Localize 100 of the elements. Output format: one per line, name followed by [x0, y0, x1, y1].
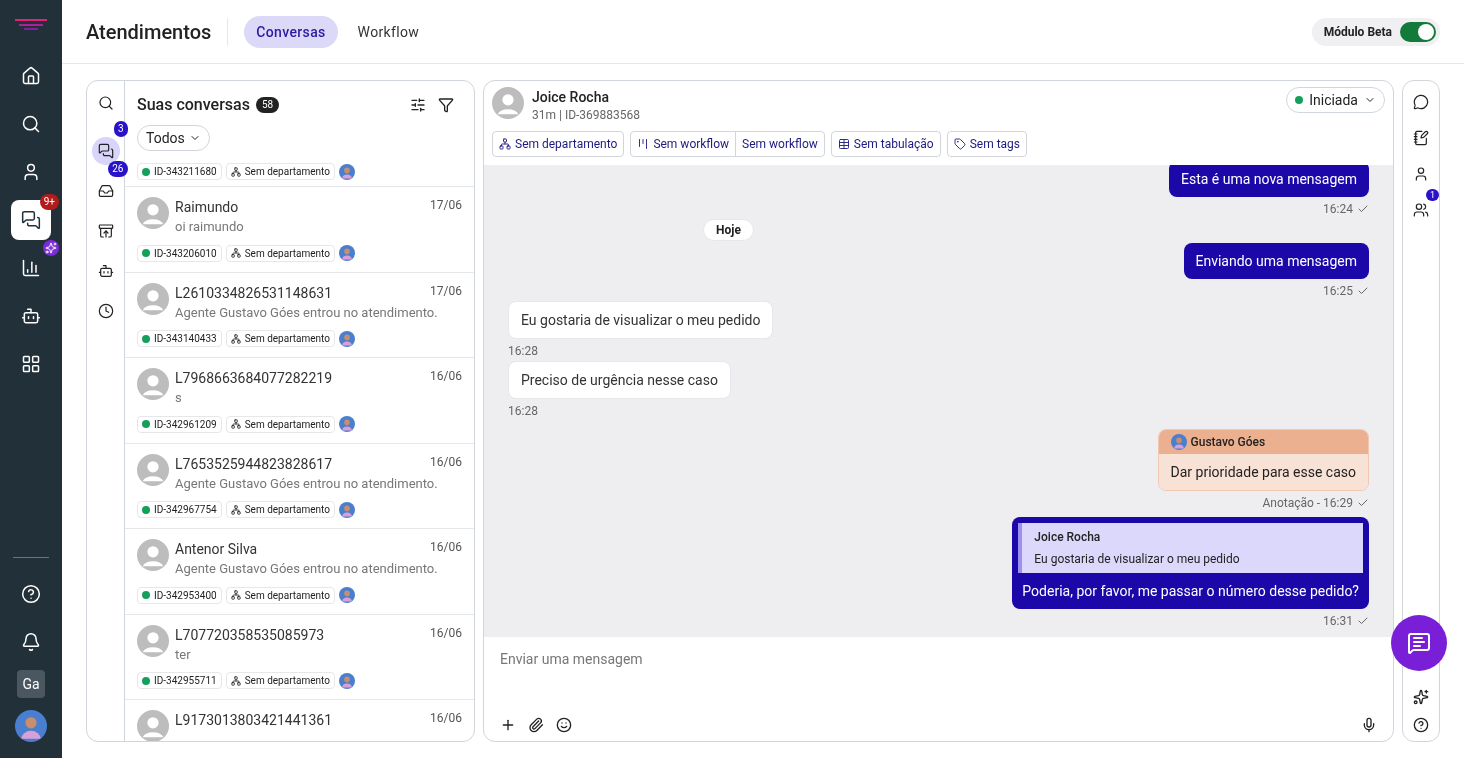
avatar-icon	[338, 501, 355, 518]
id-chip: ID-343206010	[137, 244, 222, 262]
emoji-button[interactable]	[556, 717, 572, 733]
apps-icon	[21, 354, 41, 374]
avatar-icon	[137, 453, 169, 486]
avatar-icon	[338, 245, 355, 261]
count-badge: 9+	[39, 194, 59, 210]
conversation-date: 16/06	[430, 539, 462, 556]
user-initials[interactable]: Ga	[17, 670, 45, 698]
sliders-icon	[410, 97, 426, 113]
hierarchy-icon	[230, 166, 241, 177]
conversation-item[interactable]: L707720358535085973 16/06 ter ID-342955711 Sem departamento	[125, 614, 474, 700]
message-preview: Agente Gustavo Góes entrou no atendimento.	[175, 303, 439, 322]
contact-name: Antenor Silva	[175, 540, 258, 559]
conversation-item[interactable]: ID-343211680 Sem departamento	[125, 163, 474, 187]
chip-button[interactable]: Sem tabulação	[831, 132, 940, 156]
beta-toggle[interactable]	[1400, 21, 1436, 42]
hierarchy-icon	[230, 675, 241, 686]
avatar-icon	[338, 416, 355, 432]
user-icon	[21, 162, 41, 182]
list-title: Suas conversas	[137, 94, 250, 116]
message-text: Poderia, por favor, me passar o número desse pedido?	[1021, 582, 1360, 601]
message-preview: Agente Gustavo Góes entrou no atendimento.	[175, 474, 439, 493]
message-input[interactable]: Enviar uma mensagem	[500, 649, 1377, 669]
outgoing-message: Esta é uma nova mensagem	[1168, 165, 1369, 197]
mic-button[interactable]	[1361, 717, 1377, 733]
avatar-icon	[338, 587, 355, 603]
contact-name: Raimundo	[175, 198, 239, 217]
id-chip: ID-342967754	[137, 501, 222, 518]
help-icon	[21, 584, 41, 604]
conversation-item[interactable]: L9173013803421441361 16/06	[125, 700, 474, 741]
outgoing-message: Enviando uma mensagem	[1183, 243, 1369, 279]
side-button[interactable]	[1413, 94, 1429, 110]
search-icon	[21, 114, 41, 134]
count-badge: 1	[1425, 189, 1439, 201]
hierarchy-icon	[230, 504, 241, 515]
note-text: Dar prioridade para esse caso	[1158, 454, 1368, 490]
contact-name: L707720358535085973	[175, 625, 325, 645]
chip-button[interactable]: Sem workflow	[735, 132, 824, 156]
side-button[interactable]	[1413, 166, 1429, 182]
conversation-item[interactable]: Antenor Silva 16/06 Agente Gustavo Góes entrou no atendimento. ID-342953400 Sem departamento	[125, 529, 474, 615]
conversation-item[interactable]: L2610334826531148631 17/06 Agente Gustavo Góes entrou no atendimento. ID-343140433 Sem departamento	[125, 272, 474, 358]
inbox-icon	[97, 183, 114, 199]
chip-button[interactable]: Sem tags	[947, 132, 1027, 156]
settings-button[interactable]	[410, 97, 426, 113]
message-preview: Agente Gustavo Góes entrou no atendimento.	[175, 560, 439, 578]
department-chip: Sem departamento	[225, 501, 335, 518]
hierarchy-icon	[230, 333, 241, 344]
clock-icon	[97, 303, 114, 319]
chat-icon	[21, 210, 41, 230]
chat-icon	[1407, 631, 1431, 655]
ai-button[interactable]	[1413, 689, 1429, 705]
chat-fab[interactable]	[1391, 615, 1447, 671]
chart-icon	[21, 258, 41, 278]
conversation-date: 16/06	[430, 368, 462, 385]
check-icon	[1357, 615, 1369, 627]
check-icon	[1357, 497, 1369, 509]
table-icon	[837, 138, 850, 150]
conversation-item[interactable]: L7653525944823828617 16/06 Agente Gustavo Góes entrou no atendimento. ID-342967754 Sem departamento	[125, 443, 474, 529]
hierarchy-icon	[230, 419, 241, 429]
avatar-icon	[15, 710, 47, 742]
side-button[interactable]	[1413, 130, 1429, 146]
chip-button[interactable]: Sem workflow	[631, 132, 736, 156]
tag-icon	[953, 138, 966, 150]
mic-icon	[1361, 717, 1377, 733]
filter-button[interactable]	[438, 97, 454, 113]
avatar-icon	[137, 539, 169, 571]
id-chip: ID-342955711	[137, 672, 222, 689]
add-button[interactable]	[500, 717, 516, 733]
page-title: Atendimentos	[86, 17, 229, 46]
side-button[interactable]	[1413, 202, 1429, 218]
department-chip: Sem departamento	[225, 672, 335, 689]
quote-text: Eu gostaria de visualizar o meu pedido	[1034, 551, 1241, 567]
conversation-item[interactable]: Raimundo 17/06 oi raimundo ID-343206010 Sem departamento	[125, 187, 474, 273]
bell-icon	[21, 632, 41, 652]
message-time: 16:31	[1323, 613, 1369, 629]
header-tab[interactable]: Conversas	[244, 15, 338, 48]
incoming-message: Preciso de urgência nesse caso	[508, 361, 731, 399]
conversation-date: 16/06	[430, 710, 462, 727]
smile-icon	[556, 717, 572, 733]
logo-icon	[15, 16, 47, 32]
avatar-icon	[338, 163, 355, 180]
user-icon	[1413, 166, 1429, 182]
avatar-icon	[137, 624, 169, 657]
avatar-icon	[137, 197, 169, 229]
help-button[interactable]	[1413, 717, 1429, 733]
id-chip: ID-342961209	[137, 415, 222, 433]
message-time: Anotação - 16:29	[1262, 495, 1369, 511]
conversation-date: 17/06	[430, 197, 462, 214]
header-tab[interactable]: Workflow	[345, 15, 432, 48]
count-badge: 58	[255, 97, 280, 113]
conversation-item[interactable]: L7968663684077282219 16/06 s ID-342961209 Sem departamento	[125, 358, 474, 444]
id-chip: ID-343140433	[137, 330, 222, 347]
message-time: 16:24	[1323, 201, 1369, 217]
rail-item[interactable]	[91, 137, 120, 165]
id-chip: ID-342953400	[137, 586, 222, 604]
attach-button[interactable]	[528, 717, 544, 733]
avatar-icon	[137, 282, 169, 315]
chip-button[interactable]: Sem departamento	[493, 132, 624, 156]
note-author: Gustavo Góes	[1190, 434, 1266, 450]
